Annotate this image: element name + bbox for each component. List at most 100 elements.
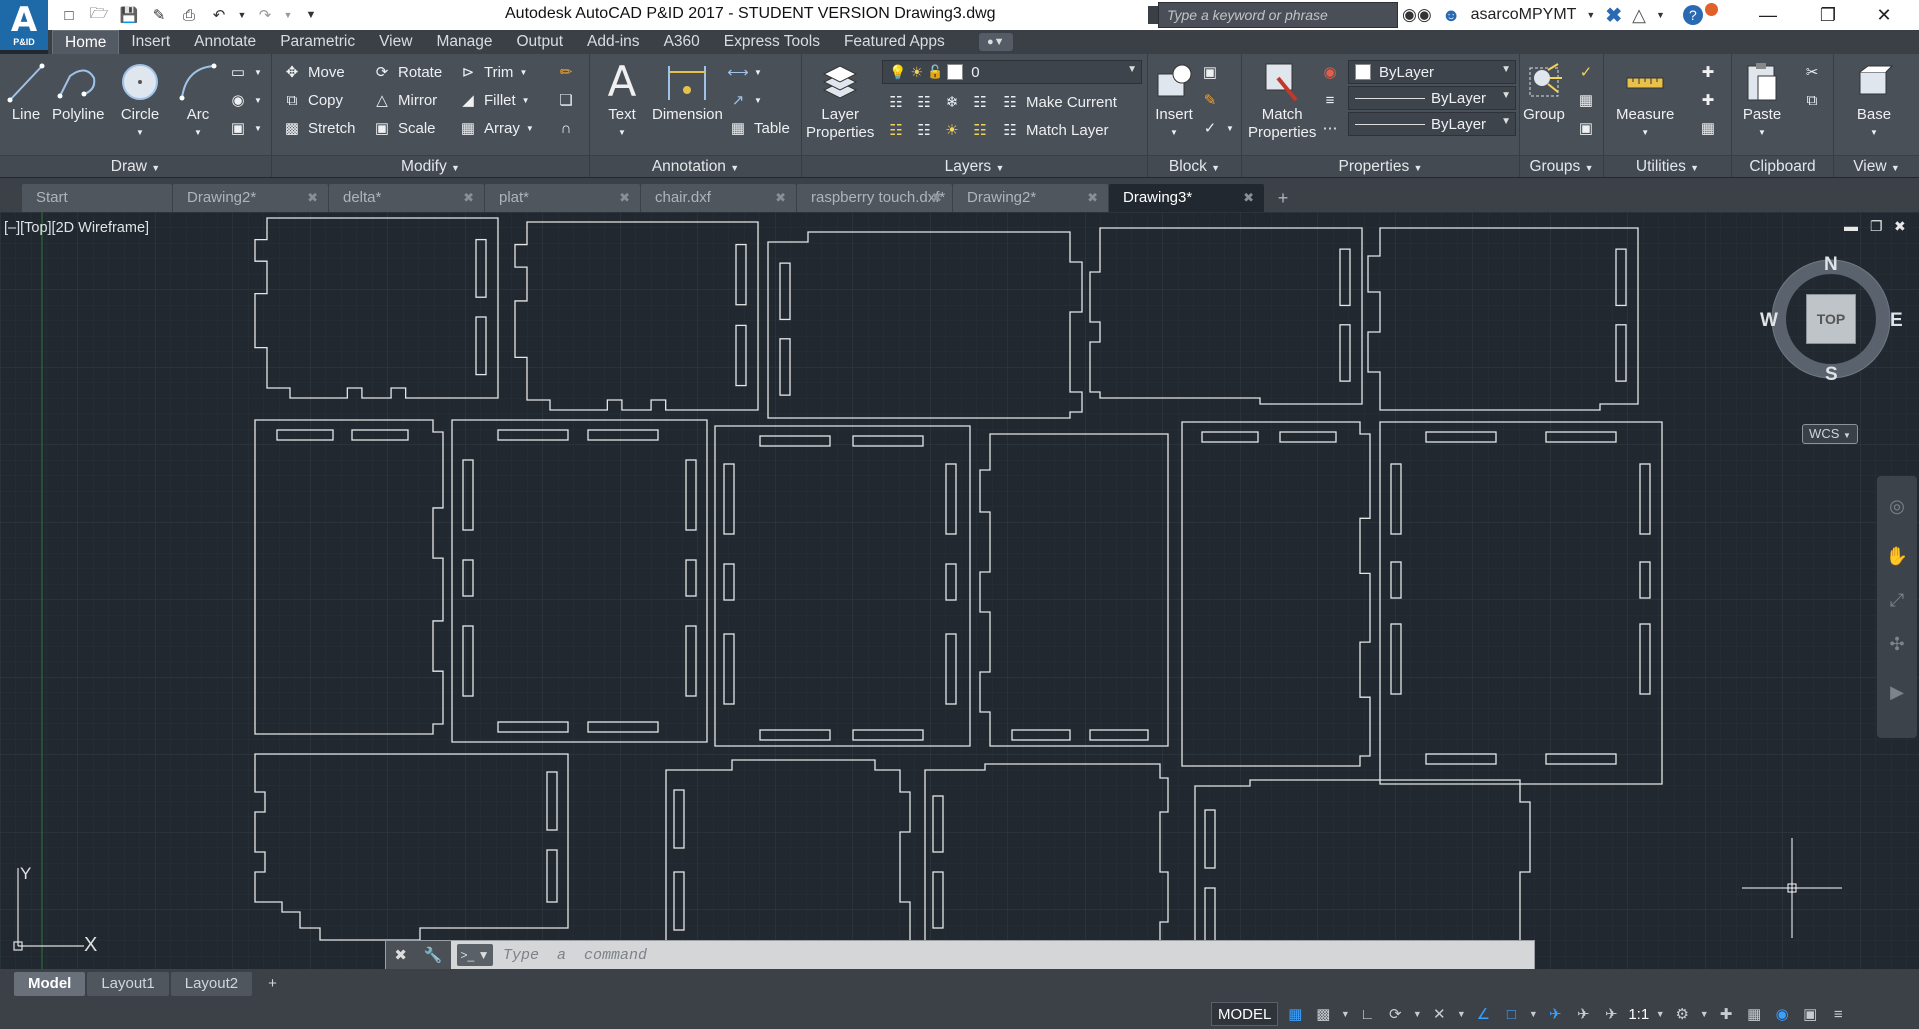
ortho-mode-icon[interactable]: ∟ bbox=[1356, 1003, 1378, 1025]
explode-button[interactable]: ❏ bbox=[556, 86, 576, 114]
layer-lock-button[interactable]: ☷ bbox=[970, 88, 990, 116]
measure-button[interactable]: Measure ▼ bbox=[1616, 58, 1674, 142]
object-snap-dropdown-icon[interactable]: ▼ bbox=[1528, 1003, 1538, 1025]
showmotion-icon[interactable]: ▶ bbox=[1885, 680, 1909, 704]
edit-attributes-dropdown-icon[interactable]: ▼ bbox=[1226, 124, 1234, 133]
redo-icon[interactable]: ↷ bbox=[252, 3, 278, 27]
add-layout-button[interactable]: + bbox=[254, 972, 291, 996]
close-tab-icon[interactable]: ✖ bbox=[775, 184, 786, 212]
block-panel-title[interactable]: Block ▼ bbox=[1148, 155, 1241, 177]
doc-tab-plat[interactable]: plat* ✖ bbox=[485, 184, 640, 212]
layout-tab-model[interactable]: Model bbox=[14, 972, 86, 996]
user-dropdown-icon[interactable]: ▼ bbox=[1586, 10, 1595, 20]
trim-dropdown-icon[interactable]: ▼ bbox=[519, 68, 527, 77]
viewcube[interactable]: TOP N S W E bbox=[1760, 254, 1903, 385]
viewport-close-icon[interactable]: ✖ bbox=[1894, 218, 1906, 235]
polar-dropdown-icon[interactable]: ▼ bbox=[1412, 1003, 1422, 1025]
doc-tab-start[interactable]: Start bbox=[22, 184, 172, 212]
layout-tab-layout2[interactable]: Layout2 bbox=[170, 972, 253, 996]
lineweight-icon-button[interactable]: ≡ bbox=[1320, 86, 1340, 114]
close-tab-icon[interactable]: ✖ bbox=[619, 184, 630, 212]
circle-button[interactable]: Circle ▼ bbox=[118, 58, 162, 142]
paste-dropdown-icon[interactable]: ▼ bbox=[1758, 124, 1766, 142]
doc-tab-chair[interactable]: chair.dxf ✖ bbox=[641, 184, 796, 212]
properties-panel-title[interactable]: Properties ▼ bbox=[1242, 155, 1519, 177]
ribbon-tab-manage[interactable]: Manage bbox=[424, 30, 504, 54]
draw-panel-title[interactable]: Draw ▼ bbox=[0, 155, 271, 177]
user-icon[interactable]: ☻ bbox=[1442, 5, 1461, 26]
doc-tab-drawing2-b[interactable]: Drawing2* ✖ bbox=[953, 184, 1108, 212]
layer-freeze-button[interactable]: ❄ bbox=[942, 88, 962, 116]
help-icon[interactable]: ? bbox=[1682, 5, 1703, 25]
customize-qat-icon[interactable]: ▼ bbox=[298, 3, 324, 27]
annotation-monitor-icon[interactable]: ✚ bbox=[1715, 1003, 1737, 1025]
hatch-dropdown-icon[interactable]: ▼ bbox=[254, 96, 262, 105]
viewport-controls-label[interactable]: [–][Top][2D Wireframe] bbox=[4, 220, 149, 236]
calculator-button[interactable]: ▦ bbox=[1698, 114, 1718, 142]
groups-panel-title[interactable]: Groups ▼ bbox=[1520, 155, 1603, 177]
units-icon[interactable]: ▦ bbox=[1743, 1003, 1765, 1025]
compass-west[interactable]: W bbox=[1760, 310, 1778, 332]
fillet-button[interactable]: ◢ Fillet ▼ bbox=[458, 86, 529, 114]
ribbon-tab-insert[interactable]: Insert bbox=[119, 30, 182, 54]
copy-clip-button[interactable]: ⧉ bbox=[1802, 86, 1822, 114]
layer-unisolate-button[interactable]: ☷ bbox=[914, 116, 934, 144]
hatch-button[interactable]: ◉ ▼ bbox=[228, 86, 262, 114]
close-tab-icon[interactable]: ✖ bbox=[1243, 184, 1254, 212]
match-properties-button[interactable]: Match Properties bbox=[1248, 58, 1316, 142]
edit-attributes-button[interactable]: ✓ ▼ bbox=[1200, 114, 1234, 142]
circle-dropdown-icon[interactable]: ▼ bbox=[136, 124, 144, 142]
recent-commands-icon[interactable]: >_ ▼ bbox=[457, 944, 493, 966]
application-menu-button[interactable]: A P&ID bbox=[0, 0, 48, 50]
customization-icon[interactable]: ≡ bbox=[1827, 1003, 1849, 1025]
mirror-button[interactable]: △ Mirror bbox=[372, 86, 437, 114]
close-tab-icon[interactable]: ✖ bbox=[931, 184, 942, 212]
layout-tab-layout1[interactable]: Layout1 bbox=[87, 972, 169, 996]
ribbon-tab-output[interactable]: Output bbox=[504, 30, 575, 54]
utilities-panel-expand-icon[interactable]: ▼ bbox=[1690, 163, 1699, 173]
close-tab-icon[interactable]: ✖ bbox=[1087, 184, 1098, 212]
model-space-toggle[interactable]: MODEL bbox=[1211, 1002, 1279, 1026]
object-snap-icon[interactable]: □ bbox=[1500, 1003, 1522, 1025]
layer-unlock-all-button[interactable]: ☷ bbox=[970, 116, 990, 144]
new-file-icon[interactable]: □ bbox=[56, 3, 82, 27]
orbit-icon[interactable]: ✣ bbox=[1885, 632, 1909, 656]
quick-select-button[interactable]: ✚ bbox=[1698, 58, 1718, 86]
copy-button[interactable]: ⧉ Copy bbox=[282, 86, 343, 114]
viewport-restore-icon[interactable]: ❐ bbox=[1870, 218, 1883, 235]
offset-button[interactable]: ∩ bbox=[556, 114, 576, 142]
measure-dropdown-icon[interactable]: ▼ bbox=[1641, 124, 1649, 142]
close-tab-icon[interactable]: ✖ bbox=[307, 184, 318, 212]
lineweight-dropdown[interactable]: ByLayer ▼ bbox=[1348, 86, 1516, 110]
group-button[interactable]: Group bbox=[1522, 58, 1566, 124]
stretch-button[interactable]: ▩ Stretch bbox=[282, 114, 356, 142]
linear-dimension-dropdown-icon[interactable]: ▼ bbox=[754, 68, 762, 77]
layer-properties-button[interactable]: Layer Properties bbox=[806, 58, 874, 142]
insert-block-button[interactable]: Insert ▼ bbox=[1152, 58, 1196, 142]
color-dropdown[interactable]: ByLayer ▼ bbox=[1348, 60, 1516, 84]
polyline-button[interactable]: Polyline bbox=[52, 58, 105, 124]
close-button[interactable]: ✕ bbox=[1856, 0, 1912, 30]
annotation-scale-value[interactable]: 1:1 bbox=[1628, 1006, 1649, 1023]
ribbon-tab-express-tools[interactable]: Express Tools bbox=[712, 30, 832, 54]
move-button[interactable]: ✥ Move bbox=[282, 58, 345, 86]
undo-icon[interactable]: ↶ bbox=[206, 3, 232, 27]
layer-off-button[interactable]: ☷ bbox=[886, 88, 906, 116]
new-tab-button[interactable]: + bbox=[1269, 186, 1297, 210]
text-dropdown-icon[interactable]: ▼ bbox=[618, 124, 626, 142]
annotation-scale-icon[interactable]: ✈ bbox=[1600, 1003, 1622, 1025]
minimize-button[interactable]: — bbox=[1740, 0, 1796, 30]
help-search-box[interactable] bbox=[1158, 2, 1398, 28]
ribbon-tab-annotate[interactable]: Annotate bbox=[182, 30, 268, 54]
grid-display-icon[interactable]: ▦ bbox=[1284, 1003, 1306, 1025]
workspace-gear-icon[interactable]: ⚙ bbox=[1671, 1003, 1693, 1025]
arc-dropdown-icon[interactable]: ▼ bbox=[194, 124, 202, 142]
view-panel-expand-icon[interactable]: ▼ bbox=[1891, 163, 1900, 173]
linear-dimension-button[interactable]: ⟷ ▼ bbox=[727, 58, 762, 86]
plot-icon[interactable]: ⎙ bbox=[176, 3, 202, 27]
edit-block-button[interactable]: ✎ bbox=[1200, 86, 1220, 114]
ribbon-tab-featured-apps[interactable]: Featured Apps bbox=[832, 30, 957, 54]
steering-wheel-icon[interactable]: ◎ bbox=[1885, 494, 1909, 518]
command-input[interactable] bbox=[493, 942, 1534, 968]
array-button[interactable]: ▦ Array ▼ bbox=[458, 114, 534, 142]
